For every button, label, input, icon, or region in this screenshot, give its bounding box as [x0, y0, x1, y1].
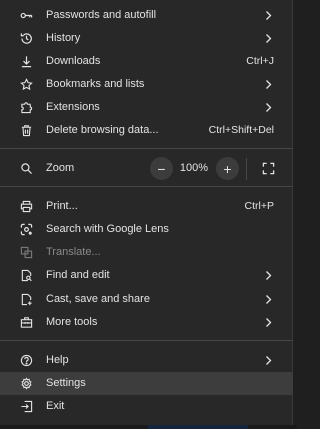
menu-item-google-lens[interactable]: Search with Google Lens: [0, 218, 293, 241]
chevron-right-icon: [266, 295, 272, 304]
window-bottom-edge: [0, 425, 297, 429]
menu-item-find-and-edit[interactable]: Find and edit: [0, 264, 293, 287]
chevron-right-icon: [266, 103, 272, 112]
download-icon: [20, 55, 33, 68]
zoom-out-button[interactable]: −: [150, 157, 173, 180]
menu-item-delete-browsing-data[interactable]: Delete browsing data... Ctrl+Shift+Del: [0, 119, 293, 142]
zoom-in-button[interactable]: +: [216, 157, 239, 180]
menu-item-translate: Translate...: [0, 241, 293, 264]
menu-item-more-tools[interactable]: More tools: [0, 311, 293, 334]
chevron-right-icon: [266, 80, 272, 89]
menu-item-label: Settings: [46, 377, 86, 389]
exit-icon: [20, 400, 33, 413]
menu-item-label: Help: [46, 354, 69, 366]
chevron-right-icon: [266, 318, 272, 327]
menu-item-label: Delete browsing data...: [46, 124, 159, 136]
menu-item-label: Bookmarks and lists: [46, 78, 145, 90]
zoom-icon: [20, 162, 33, 175]
lens-icon: [20, 223, 33, 236]
menu-item-help[interactable]: Help: [0, 349, 293, 372]
cast-icon: [20, 293, 33, 306]
trash-icon: [20, 124, 33, 137]
menu-item-label: Extensions: [46, 101, 100, 113]
menu-item-bookmarks[interactable]: Bookmarks and lists: [0, 73, 293, 96]
chevron-right-icon: [266, 271, 272, 280]
toolbox-icon: [20, 316, 33, 329]
menu-separator: [0, 148, 293, 149]
history-icon: [20, 32, 33, 45]
menu-item-shortcut: Ctrl+J: [246, 55, 274, 67]
menu-item-label: Translate...: [46, 246, 101, 258]
fullscreen-button[interactable]: [257, 157, 280, 180]
star-icon: [20, 78, 33, 91]
zoom-divider: [246, 158, 247, 180]
menu-item-cast-save-share[interactable]: Cast, save and share: [0, 288, 293, 311]
menu-item-shortcut: Ctrl+Shift+Del: [208, 124, 274, 136]
menu-item-extensions[interactable]: Extensions: [0, 96, 293, 119]
find-icon: [20, 269, 33, 282]
menu-item-label: Exit: [46, 400, 65, 412]
zoom-label: Zoom: [46, 162, 75, 174]
menu-item-label: More tools: [46, 316, 98, 328]
menu-item-passwords[interactable]: Passwords and autofill: [0, 4, 293, 27]
gear-icon: [20, 377, 33, 390]
menu-item-downloads[interactable]: Downloads Ctrl+J: [0, 50, 293, 73]
menu-item-label: Search with Google Lens: [46, 223, 169, 235]
printer-icon: [20, 200, 33, 213]
puzzle-icon: [20, 101, 33, 114]
menu-item-label: History: [46, 32, 81, 44]
taskbar-strip: [148, 425, 248, 429]
menu-item-shortcut: Ctrl+P: [244, 200, 274, 212]
menu-item-label: Passwords and autofill: [46, 9, 157, 21]
menu-item-label: Find and edit: [46, 269, 110, 281]
zoom-level: 100%: [179, 162, 209, 174]
chevron-right-icon: [266, 34, 272, 43]
menu-item-history[interactable]: History: [0, 27, 293, 50]
menu-item-settings[interactable]: Settings: [0, 372, 293, 395]
menu-item-label: Downloads: [46, 55, 101, 67]
browser-menu: Passwords and autofill History Downloads…: [0, 0, 293, 425]
menu-item-label: Cast, save and share: [46, 293, 150, 305]
chevron-right-icon: [266, 356, 272, 365]
translate-icon: [20, 246, 33, 259]
menu-separator: [0, 340, 293, 341]
menu-separator: [0, 186, 293, 187]
fullscreen-icon: [262, 162, 275, 175]
chevron-right-icon: [266, 11, 272, 20]
key-icon: [20, 9, 33, 22]
menu-item-print[interactable]: Print... Ctrl+P: [0, 195, 293, 218]
menu-item-label: Print...: [46, 200, 78, 212]
menu-item-zoom: Zoom: [0, 157, 293, 180]
menu-item-exit[interactable]: Exit: [0, 395, 293, 418]
help-icon: [20, 354, 33, 367]
